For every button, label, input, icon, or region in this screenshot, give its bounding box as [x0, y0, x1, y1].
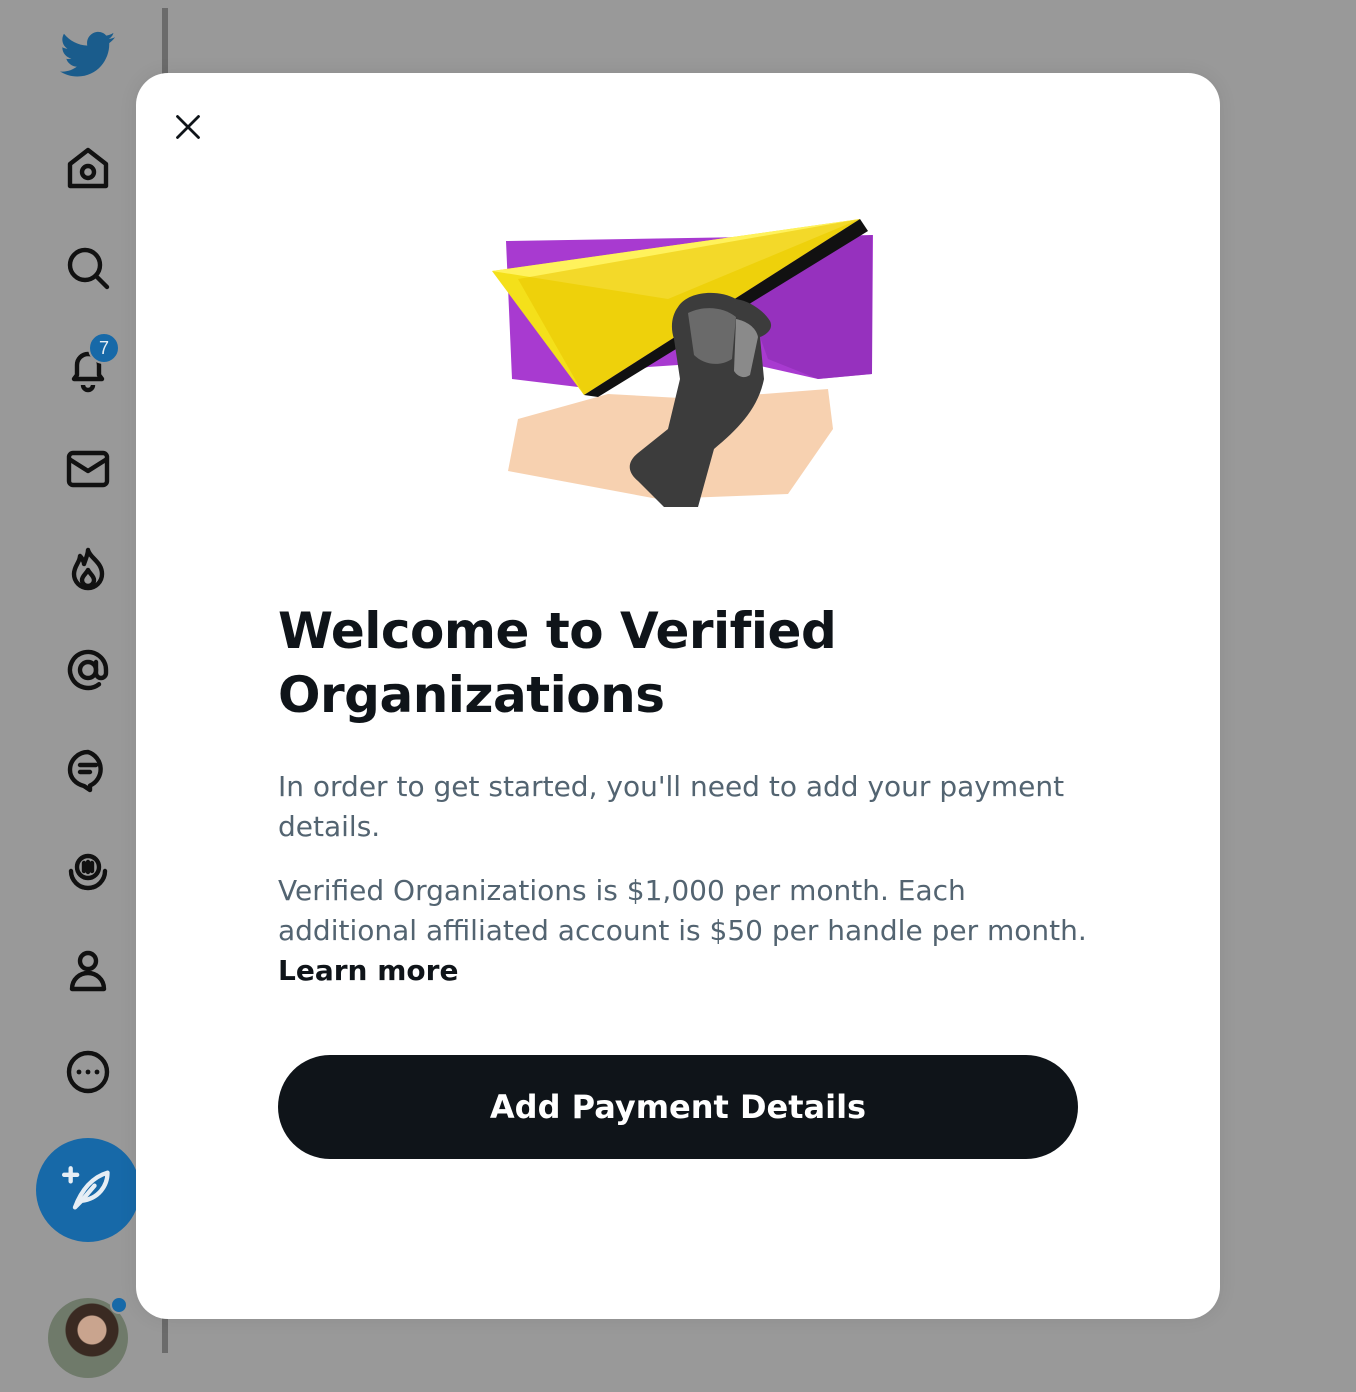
paper-airplane-hand-illustration — [492, 219, 873, 507]
payment-intro-text: In order to get started, you'll need to … — [278, 770, 1065, 843]
mention-at-icon[interactable] — [60, 642, 116, 698]
modal-title: Welcome to Verified Organizations — [278, 602, 837, 724]
twitter-logo-icon[interactable] — [60, 27, 116, 83]
add-payment-details-button[interactable]: Add Payment Details — [278, 1055, 1078, 1159]
verified-orgs-modal: Welcome to Verified Organizations In ord… — [136, 73, 1220, 1319]
more-icon[interactable] — [60, 1044, 116, 1100]
close-icon — [176, 115, 200, 139]
pricing-text: Verified Organizations is $1,000 per mon… — [278, 871, 1088, 991]
profile-icon[interactable] — [60, 943, 116, 999]
home-icon[interactable] — [60, 140, 116, 196]
spaces-icon[interactable] — [60, 843, 116, 899]
compose-tweet-button[interactable] — [36, 1138, 140, 1242]
flame-icon[interactable] — [60, 542, 116, 598]
learn-more-link[interactable]: Learn more — [278, 954, 458, 987]
messages-envelope-icon[interactable] — [60, 441, 116, 497]
close-button[interactable] — [162, 101, 214, 153]
avatar-status-dot — [110, 1296, 128, 1314]
compose-feather-icon — [62, 1166, 110, 1210]
chat-bubble-icon[interactable] — [60, 742, 116, 798]
notifications-badge: 7 — [88, 332, 120, 364]
pricing-text-body: Verified Organizations is $1,000 per mon… — [278, 874, 1087, 947]
search-icon[interactable] — [60, 240, 116, 296]
